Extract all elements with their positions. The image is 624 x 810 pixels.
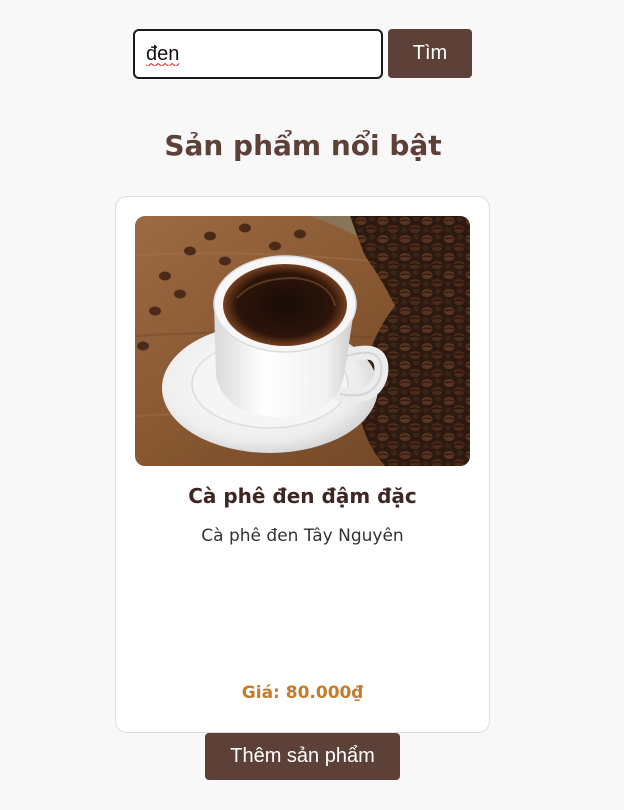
product-description: Cà phê đen Tây Nguyên [201, 526, 404, 546]
product-price: Giá: 80.000₫ [241, 683, 364, 703]
section-title: Sản phẩm nổi bật [164, 129, 442, 162]
search-input[interactable] [133, 29, 383, 79]
add-product-button[interactable]: Thêm sản phẩm [205, 733, 400, 780]
search-bar: Tìm [133, 29, 472, 79]
product-name: Cà phê đen đậm đặc [188, 484, 417, 508]
product-image [135, 216, 470, 466]
search-button[interactable]: Tìm [388, 29, 472, 78]
product-card: Cà phê đen đậm đặc Cà phê đen Tây Nguyên… [115, 196, 490, 733]
